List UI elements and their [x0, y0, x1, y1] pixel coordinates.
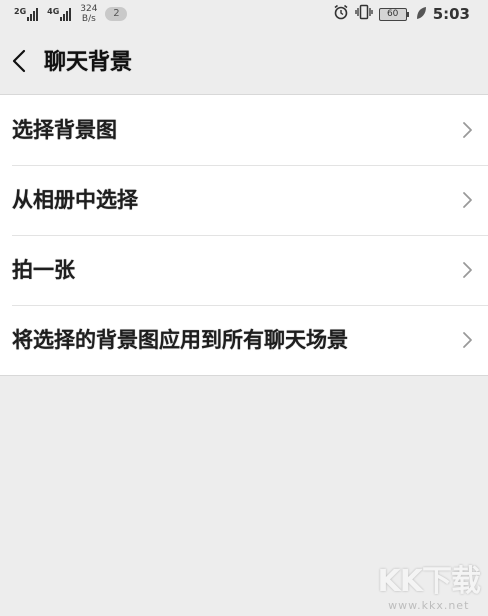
menu-item-choose-from-album[interactable]: 从相册中选择	[0, 165, 488, 235]
sim1-network-type: 2G	[14, 6, 27, 16]
back-button[interactable]	[4, 43, 34, 79]
chevron-left-icon	[12, 49, 26, 73]
clock: 5:03	[432, 5, 470, 23]
battery-level: 60	[378, 7, 407, 21]
title-bar: 聊天背景	[0, 28, 488, 94]
menu-item-apply-to-all-chats[interactable]: 将选择的背景图应用到所有聊天场景	[0, 305, 488, 375]
sim2-network-type: 4G	[47, 6, 60, 16]
sim2-signal: 4G	[47, 6, 72, 21]
menu-item-choose-background[interactable]: 选择背景图	[0, 95, 488, 165]
menu-item-label: 将选择的背景图应用到所有聊天场景	[12, 328, 348, 352]
page-title: 聊天背景	[44, 50, 133, 75]
chevron-right-icon	[463, 262, 472, 278]
watermark-logo: KK下载	[377, 564, 481, 599]
status-bar-right: 60 5:03	[327, 2, 470, 26]
vibrate-icon	[355, 4, 373, 24]
battery-icon: 60	[378, 7, 409, 21]
menu-item-label: 拍一张	[12, 258, 75, 282]
status-bar-left: 2G 4G 324 B/s 2	[14, 2, 128, 26]
network-speed: 324 B/s	[80, 4, 97, 24]
chevron-right-icon	[463, 332, 472, 348]
network-speed-value: 324	[80, 4, 98, 14]
background-options-list: 选择背景图 从相册中选择 拍一张 将选择的背景图应用到所有聊天场景	[0, 94, 488, 376]
watermark: KK下载 www.kkx.net	[377, 564, 481, 613]
signal-bars-icon	[27, 7, 39, 21]
leaf-icon	[415, 5, 427, 24]
menu-item-take-photo[interactable]: 拍一张	[0, 235, 488, 305]
alarm-icon	[333, 4, 349, 24]
signal-bars-icon	[60, 7, 72, 21]
menu-item-label: 选择背景图	[12, 118, 117, 142]
sim1-signal: 2G	[14, 6, 39, 21]
notification-count-badge: 2	[105, 7, 128, 21]
status-bar: 2G 4G 324 B/s 2 60 5:03	[0, 0, 488, 28]
chevron-right-icon	[463, 192, 472, 208]
watermark-url: www.kkx.net	[388, 599, 470, 612]
menu-item-label: 从相册中选择	[12, 188, 138, 212]
network-speed-unit: B/s	[81, 14, 96, 24]
chevron-right-icon	[463, 122, 472, 138]
